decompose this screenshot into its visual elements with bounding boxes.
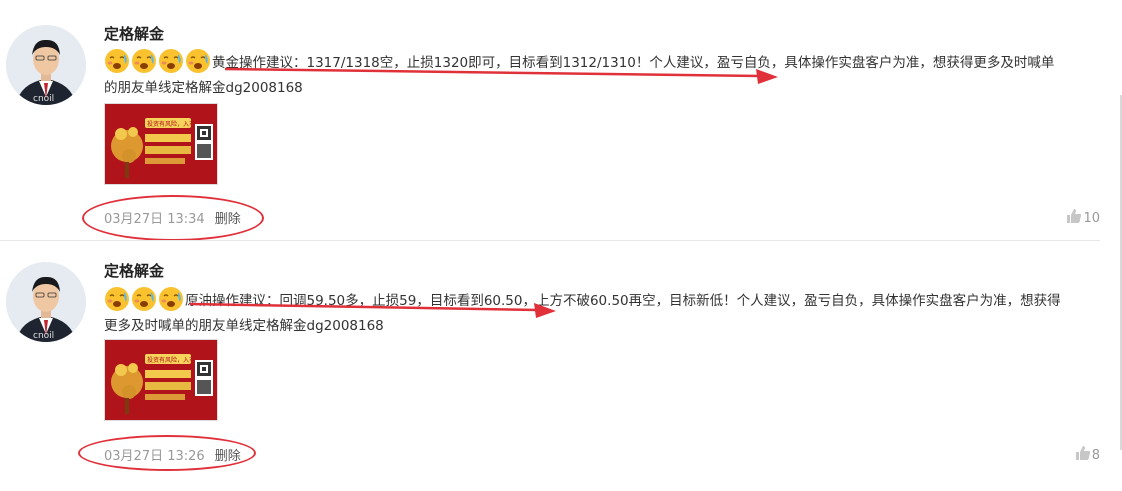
like-count: 8 (1091, 448, 1100, 463)
emoji-icon (131, 48, 157, 74)
post-image-thumbnail[interactable]: 投资有风险，入市需谨慎 (104, 103, 218, 185)
emoji-icon (185, 48, 211, 74)
feed-post: cnoil 定格解金 原油操作建议：回调59.50多，止损59，目标看到60.5… (0, 242, 1122, 491)
post-content: 黄金操作建议：1317/1318空，止损1320即可，目标看到1312/1310… (104, 48, 1094, 101)
like-button[interactable]: 8 (1075, 445, 1100, 463)
thumbs-up-icon (1075, 446, 1090, 460)
post-image-thumbnail[interactable]: 投资有风险，入市需谨慎 (104, 339, 218, 421)
emoji-icon (158, 286, 184, 312)
post-text-line2: 的朋友单线定格解金dg2008168 (104, 80, 303, 96)
like-button[interactable]: 10 (1066, 208, 1100, 226)
annotation-circle (78, 435, 256, 471)
post-text-line1: 黄金操作建议：1317/1318空，止损1320即可，目标看到1312/1310… (212, 55, 1055, 71)
post-content: 原油操作建议：回调59.50多，止损59，目标看到60.50，上方不破60.50… (104, 286, 1094, 339)
avatar[interactable]: cnoil (6, 25, 86, 105)
post-text-line2: 更多及时喊单的朋友单线定格解金dg2008168 (104, 318, 384, 334)
emoji-icon (104, 48, 130, 74)
post-divider (0, 240, 1100, 241)
avatar-watermark: cnoil (33, 331, 54, 341)
post-text-line1: 原油操作建议：回调59.50多，止损59，目标看到60.50，上方不破60.50… (185, 293, 1061, 309)
feed-post: cnoil 定格解金 黄金操作建议：1317/1318空，止损1320即可，目标… (0, 0, 1122, 241)
avatar-watermark: cnoil (33, 94, 54, 104)
annotation-circle (82, 195, 264, 241)
like-count: 10 (1083, 211, 1100, 226)
emoji-icon (158, 48, 184, 74)
emoji-icon (104, 286, 130, 312)
thumbs-up-icon (1067, 209, 1082, 223)
author-name[interactable]: 定格解金 (104, 260, 164, 281)
author-name[interactable]: 定格解金 (104, 23, 164, 44)
emoji-icon (131, 286, 157, 312)
avatar[interactable]: cnoil (6, 262, 86, 342)
